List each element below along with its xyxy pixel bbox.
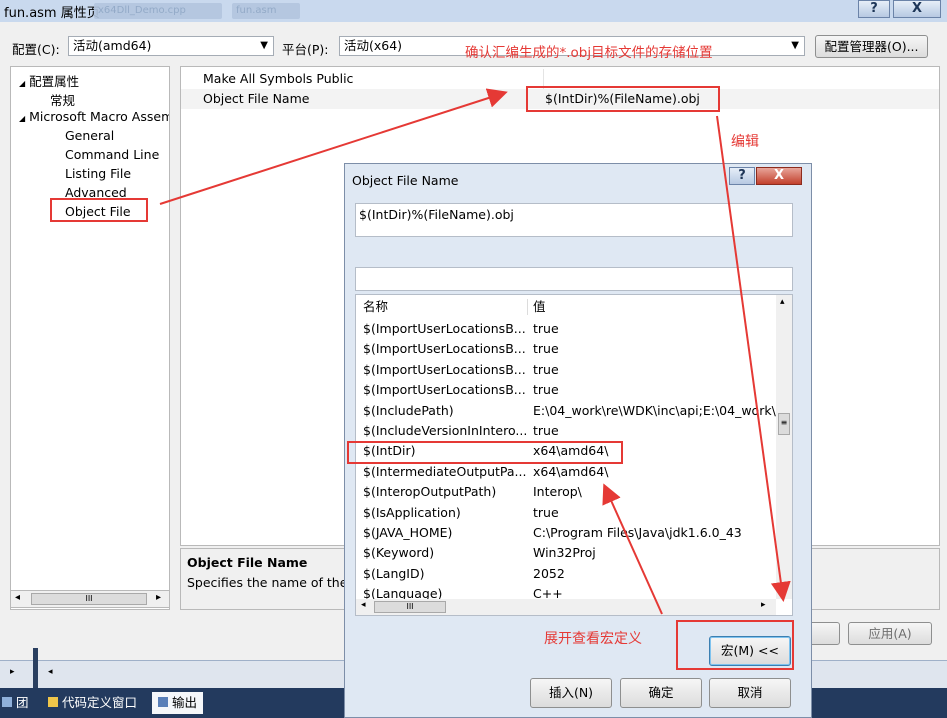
- annotation-arrows: [159, 88, 791, 615]
- arrow-to-intdir: [602, 483, 663, 615]
- arrow-edit-to-macros: [716, 115, 791, 602]
- arrow-to-object-file-name: [159, 88, 508, 205]
